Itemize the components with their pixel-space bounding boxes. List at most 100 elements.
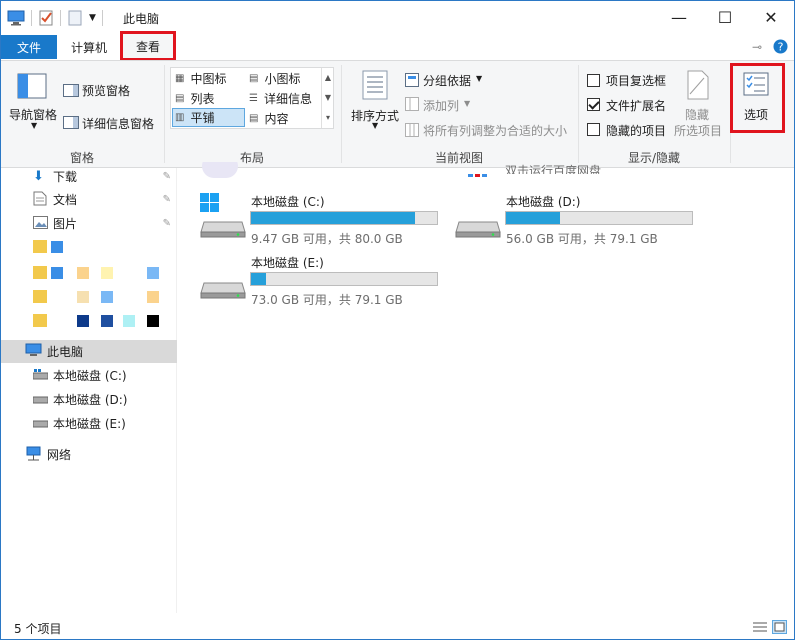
sort-by-icon[interactable] <box>362 70 388 100</box>
redacted-text <box>101 315 113 327</box>
svg-text:?: ? <box>778 41 784 54</box>
drive-usage-fill <box>506 212 560 224</box>
redacted-text <box>51 267 63 279</box>
item-count: 5 个项目 <box>14 622 62 636</box>
details-pane-icon[interactable] <box>63 116 79 129</box>
baidu-netdisk-icon[interactable] <box>458 164 498 180</box>
drive-usage-fill <box>251 273 266 285</box>
medium-icons-icon: ▦ <box>175 73 185 84</box>
preview-pane-icon[interactable] <box>63 84 79 97</box>
redacted-text <box>147 267 159 279</box>
layout-tiles[interactable]: ▥ 平铺 <box>172 108 245 127</box>
layout-content[interactable]: ▤ 内容 <box>247 109 319 128</box>
tab-view[interactable]: 查看 <box>120 31 176 61</box>
quick-access-toolbar: ▼ <box>7 9 109 27</box>
redacted-text <box>101 267 113 279</box>
nav-item-drive-e[interactable]: 本地磁盘 (E:) <box>1 412 177 435</box>
small-icons-icon: ▤ <box>249 73 259 84</box>
redacted-text <box>77 291 89 303</box>
group-by-button[interactable]: 分组依据 <box>423 72 471 89</box>
group-by-icon[interactable] <box>405 73 419 87</box>
details-view-icon[interactable] <box>753 621 767 633</box>
ribbon-tabs: 文件 计算机 查看 ⊸ ? <box>1 31 794 61</box>
folder-icon <box>33 240 47 253</box>
drive-usage-bar <box>505 211 693 225</box>
list-item[interactable] <box>33 312 173 330</box>
window-title: 此电脑 <box>123 12 160 26</box>
maximize-button[interactable]: ☐ <box>702 1 748 34</box>
redacted-text <box>77 315 89 327</box>
item-checkboxes-checkbox[interactable] <box>587 74 600 87</box>
drive-tile-c[interactable]: 本地磁盘 (C:) 9.47 GB 可用，共 80.0 GB <box>198 193 468 251</box>
tab-computer[interactable]: 计算机 <box>63 35 115 59</box>
minimize-button[interactable]: — <box>656 1 702 34</box>
ribbon-view: 导航窗格 ▼ 预览窗格 详细信息窗格 窗格 ▦ 中图标 ▤ 小图标 ▤ 列表 ☰ 详细信… <box>1 60 794 168</box>
download-icon: ⬇ <box>33 169 44 184</box>
nav-item-drive-d[interactable]: 本地磁盘 (D:) <box>1 388 177 411</box>
nav-item-drive-c[interactable]: 本地磁盘 (C:) <box>1 364 177 387</box>
network-icon <box>25 446 47 464</box>
redacted-text <box>51 241 63 253</box>
hidden-items-label: 隐藏的项目 <box>606 124 667 138</box>
close-button[interactable]: ✕ <box>748 1 794 34</box>
hide-selected-label-2: 所选项目 <box>674 124 723 138</box>
qat-divider <box>31 10 32 26</box>
tab-file[interactable]: 文件 <box>1 35 57 59</box>
list-item[interactable] <box>33 264 173 282</box>
this-pc-icon <box>25 343 47 360</box>
layout-medium-icons[interactable]: ▦ 中图标 <box>173 69 245 88</box>
nav-item-downloads[interactable]: ⬇ 下载 ✎ <box>1 165 177 188</box>
drive-space-info: 56.0 GB 可用，共 79.1 GB <box>506 232 658 246</box>
tiles-icon: ▥ <box>175 112 185 123</box>
folder-icon <box>33 314 47 327</box>
options-button[interactable]: 选项 <box>744 106 768 123</box>
pin-icon[interactable]: ✎ <box>163 194 171 205</box>
qat-dropdown-icon[interactable]: ▼ <box>89 13 96 23</box>
help-icon[interactable]: ? <box>773 39 788 54</box>
drive-icon <box>32 393 53 407</box>
file-extensions-label: 文件扩展名 <box>606 99 667 113</box>
pin-ribbon-icon[interactable]: ⊸ <box>752 40 762 54</box>
drive-tile-e[interactable]: 本地磁盘 (E:) 73.0 GB 可用，共 79.1 GB <box>198 254 468 312</box>
list-icon: ▤ <box>175 93 185 104</box>
options-icon[interactable] <box>743 72 769 96</box>
layout-list[interactable]: ▤ 列表 <box>173 89 245 108</box>
redacted-text <box>147 315 159 327</box>
hidden-items-checkbox[interactable] <box>587 123 600 136</box>
chevron-down-icon[interactable]: ▼ <box>31 121 37 130</box>
preview-pane-button[interactable]: 预览窗格 <box>82 82 130 99</box>
nav-item-this-pc[interactable]: 此电脑 <box>1 340 177 363</box>
navigation-pane-icon[interactable] <box>17 73 47 99</box>
drive-icon <box>200 282 246 299</box>
details-label: 详细信息 <box>263 92 312 106</box>
add-columns-icon <box>405 97 419 111</box>
nav-item-network[interactable]: 网络 <box>1 443 177 466</box>
details-icon: ☰ <box>249 93 258 104</box>
pin-icon[interactable]: ✎ <box>163 171 171 182</box>
layout-scrollbar[interactable]: ▲ ▼ ▾ <box>321 68 334 128</box>
drive-name: 本地磁盘 (C:) <box>251 195 325 209</box>
group-label-panes: 窗格 <box>69 151 94 165</box>
hide-selected-icon <box>687 70 709 100</box>
nav-item-documents[interactable]: 文档 ✎ <box>1 188 177 211</box>
new-folder-icon[interactable] <box>67 10 83 26</box>
drive-space-info: 73.0 GB 可用，共 79.1 GB <box>251 293 403 307</box>
pin-icon[interactable]: ✎ <box>163 218 171 229</box>
chevron-down-icon[interactable]: ▼ <box>372 121 378 130</box>
drive-tile-d[interactable]: 本地磁盘 (D:) 56.0 GB 可用，共 79.1 GB <box>453 193 723 251</box>
drive-name: 本地磁盘 (D:) <box>506 195 581 209</box>
nav-item-pictures[interactable]: 图片 ✎ <box>1 212 177 235</box>
list-item[interactable] <box>33 238 173 256</box>
content-pane: 双击运行百度网盘 本地磁盘 (C:) 9.47 GB 可用，共 80.0 GB … <box>178 162 794 613</box>
layout-small-icons[interactable]: ▤ 小图标 <box>247 69 319 88</box>
chevron-down-icon[interactable]: ▼ <box>476 74 482 83</box>
layout-details[interactable]: ☰ 详细信息 <box>247 89 319 108</box>
size-columns-icon <box>405 123 419 137</box>
large-icons-view-icon[interactable] <box>772 620 787 634</box>
file-extensions-checkbox[interactable] <box>587 98 600 111</box>
details-pane-button[interactable]: 详细信息窗格 <box>82 115 154 132</box>
app-icon[interactable] <box>198 162 242 182</box>
properties-icon[interactable] <box>38 10 54 26</box>
this-pc-icon <box>7 10 25 26</box>
list-item[interactable] <box>33 288 173 306</box>
